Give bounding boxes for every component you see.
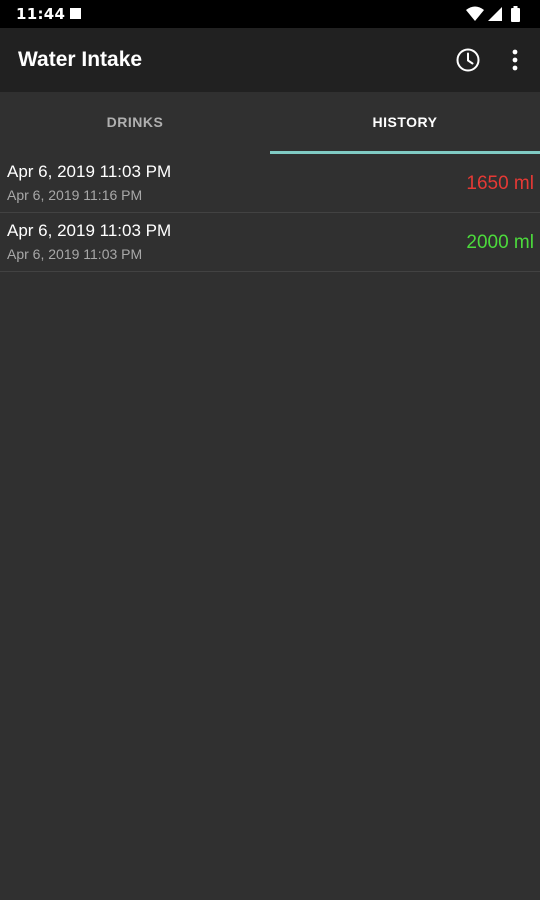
wifi-icon — [466, 6, 484, 21]
notification-square-icon — [70, 8, 81, 19]
battery-icon — [511, 6, 520, 22]
overflow-menu-button[interactable] — [501, 46, 529, 74]
app-title: Water Intake — [18, 48, 143, 71]
app-bar: Water Intake — [0, 28, 540, 92]
status-icons — [466, 6, 520, 22]
status-time: 11:44 — [16, 5, 66, 23]
history-row[interactable]: Apr 6, 2019 11:03 PM Apr 6, 2019 11:16 P… — [0, 154, 540, 213]
history-clock-button[interactable] — [454, 46, 482, 74]
history-row-amount: 2000 ml — [466, 232, 534, 253]
overflow-menu-icon — [512, 49, 518, 71]
history-row-amount: 1650 ml — [466, 173, 534, 194]
status-bar: 11:44 — [0, 0, 540, 28]
cell-signal-icon — [488, 7, 502, 21]
history-row-updated: Apr 6, 2019 11:16 PM — [7, 187, 143, 203]
history-row-updated: Apr 6, 2019 11:03 PM — [7, 246, 143, 262]
history-row-date: Apr 6, 2019 11:03 PM — [7, 162, 172, 181]
history-row[interactable]: Apr 6, 2019 11:03 PM Apr 6, 2019 11:03 P… — [0, 213, 540, 272]
history-row-date: Apr 6, 2019 11:03 PM — [7, 221, 172, 240]
tab-history[interactable]: HISTORY — [270, 92, 540, 154]
history-list: Apr 6, 2019 11:03 PM Apr 6, 2019 11:16 P… — [0, 154, 540, 272]
tab-drinks[interactable]: DRINKS — [0, 92, 270, 154]
tab-bar: DRINKS HISTORY — [0, 92, 540, 154]
history-clock-icon — [456, 48, 480, 72]
